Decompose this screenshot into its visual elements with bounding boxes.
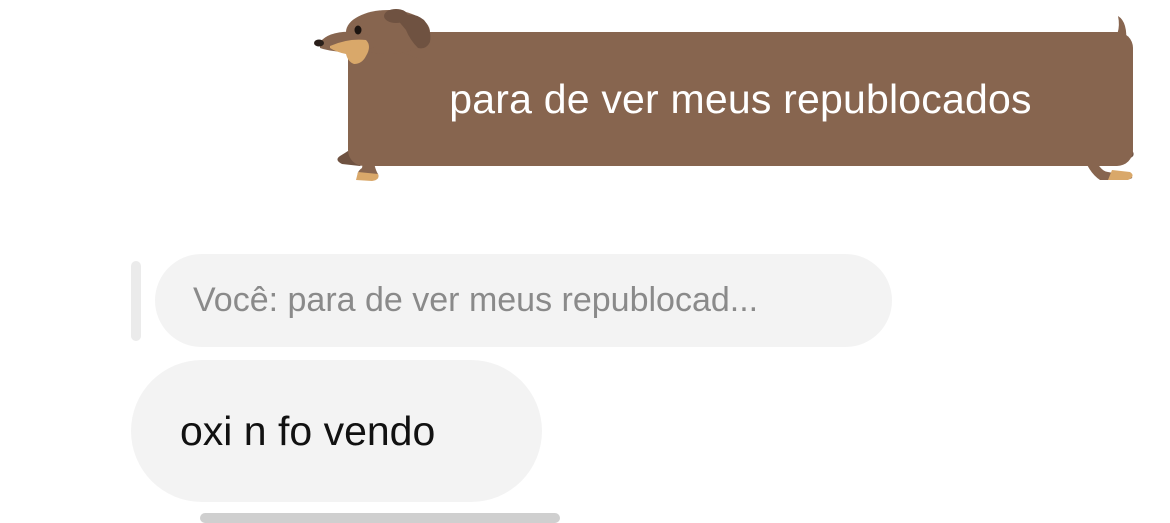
incoming-message-bubble[interactable]: oxi n fo vendo <box>131 360 542 502</box>
reply-indicator-bar <box>131 261 141 341</box>
reply-quote-text: Você: para de ver meus republocad... <box>193 281 759 319</box>
reply-quote-bubble[interactable]: Você: para de ver meus republocad... <box>155 254 892 347</box>
outgoing-message-dachshund[interactable]: para de ver meus republocados <box>300 0 1160 190</box>
chat-thread: para de ver meus republocados Você: para… <box>0 0 1170 523</box>
next-message-edge <box>200 513 560 523</box>
outgoing-message-text: para de ver meus republocados <box>449 75 1032 122</box>
incoming-message-text: oxi n fo vendo <box>180 407 436 454</box>
